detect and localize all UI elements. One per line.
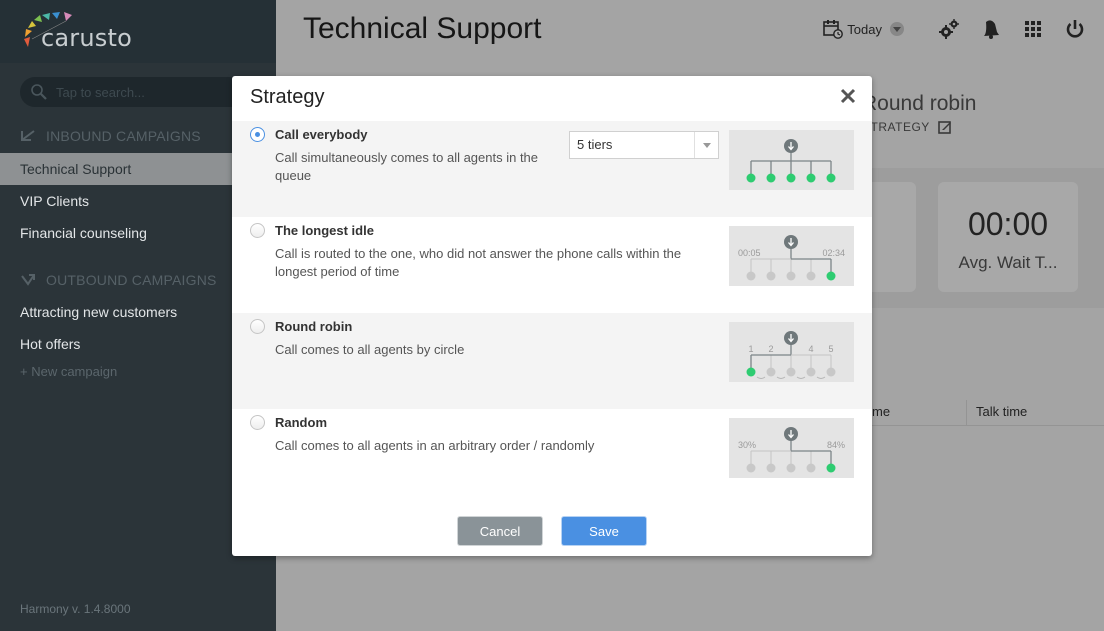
- version-label: Harmony v. 1.4.8000: [20, 602, 131, 616]
- diagram-left-label: 00:05: [738, 248, 761, 258]
- outbound-campaigns-header: OUTBOUND CAMPAIGNS: [20, 272, 217, 288]
- close-icon[interactable]: [840, 88, 856, 104]
- diagram-number-label: 4: [808, 344, 813, 354]
- diagram-left-label: 30%: [738, 440, 756, 450]
- agent-node: [826, 463, 836, 473]
- diagram-number-label: 1: [748, 344, 753, 354]
- agent-node: [746, 173, 756, 183]
- inbound-campaigns-label: INBOUND CAMPAIGNS: [46, 128, 201, 144]
- chevron-down-icon[interactable]: [694, 132, 718, 158]
- agent-node: [766, 173, 776, 183]
- option-title: The longest idle: [275, 223, 374, 238]
- option-description: Call comes to all agents in an arbitrary…: [275, 438, 595, 453]
- strategy-option-round-robin[interactable]: Round robin Call comes to all agents by …: [232, 313, 872, 409]
- rotation-arrow-icon: [776, 376, 786, 379]
- option-title: Round robin: [275, 319, 353, 334]
- inbound-arrow-icon: [21, 130, 35, 141]
- option-description: Call is routed to the one, who did not a…: [275, 246, 682, 279]
- logo-area: carusto: [0, 0, 276, 63]
- agent-node: [826, 173, 836, 183]
- modal-title: Strategy: [250, 86, 325, 108]
- logo-text: carusto: [41, 24, 132, 52]
- diagram-right-label: 02:34: [822, 248, 845, 258]
- tiers-select-value: 5 tiers: [577, 137, 613, 152]
- tiers-select[interactable]: 5 tiers: [569, 131, 719, 159]
- strategy-option-call-everybody[interactable]: Call everybody Call simultaneously comes…: [232, 121, 872, 217]
- agent-node: [826, 271, 836, 281]
- radio-longest-idle[interactable]: [250, 223, 265, 238]
- option-title: Call everybody: [275, 127, 368, 142]
- search-input[interactable]: [56, 77, 246, 107]
- agent-node: [746, 463, 756, 473]
- radio-round-robin[interactable]: [250, 319, 265, 334]
- new-campaign-link[interactable]: + New campaign: [20, 364, 117, 379]
- option-description: Call simultaneously comes to all agents …: [275, 150, 539, 183]
- strategy-modal: Strategy Call everybody Call simultaneou…: [232, 76, 872, 556]
- agent-node: [766, 271, 776, 281]
- agent-node: [806, 463, 816, 473]
- agent-node: [806, 367, 816, 377]
- agent-node: [746, 271, 756, 281]
- rotation-arrow-icon: [756, 376, 766, 379]
- diagram-round-robin: 1 2 4 5: [729, 322, 854, 382]
- agent-node: [806, 173, 816, 183]
- rotation-arrow-icon: [816, 376, 826, 379]
- agent-node: [766, 367, 776, 377]
- diagram-longest-idle: 00:05 02:34: [729, 226, 854, 286]
- strategy-option-random[interactable]: Random Call comes to all agents in an ar…: [232, 409, 872, 505]
- diagram-number-label: 2: [768, 344, 773, 354]
- agent-node: [826, 367, 836, 377]
- agent-node: [786, 367, 796, 377]
- strategy-option-longest-idle[interactable]: The longest idle Call is routed to the o…: [232, 217, 872, 313]
- agent-node: [786, 173, 796, 183]
- agent-node: [786, 463, 796, 473]
- diagram-number-label: 5: [828, 344, 833, 354]
- inbound-campaigns-header: INBOUND CAMPAIGNS: [20, 128, 201, 144]
- search-box[interactable]: [20, 77, 260, 107]
- diagram-random: 30% 84%: [729, 418, 854, 478]
- outbound-campaigns-label: OUTBOUND CAMPAIGNS: [46, 272, 217, 288]
- option-title: Random: [275, 415, 327, 430]
- cancel-button[interactable]: Cancel: [457, 516, 543, 546]
- search-icon: [31, 84, 47, 100]
- radio-call-everybody[interactable]: [250, 127, 265, 142]
- diagram-right-label: 84%: [827, 440, 845, 450]
- radio-random[interactable]: [250, 415, 265, 430]
- diagram-call-everybody: [729, 130, 854, 190]
- rotation-arrow-icon: [796, 376, 806, 379]
- agent-node: [806, 271, 816, 281]
- agent-node: [746, 367, 756, 377]
- option-description: Call comes to all agents by circle: [275, 342, 465, 357]
- outbound-arrow-icon: [21, 274, 35, 286]
- agent-node: [786, 271, 796, 281]
- agent-node: [766, 463, 776, 473]
- save-button[interactable]: Save: [561, 516, 647, 546]
